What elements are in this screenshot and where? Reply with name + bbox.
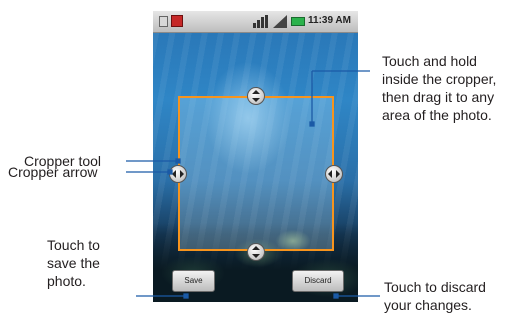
save-instructions: Touch to save the photo. (47, 237, 100, 289)
drag-instructions: Touch and hold inside the cropper, then … (382, 53, 497, 123)
discard-instructions: Touch to discard your changes. (384, 279, 486, 313)
cropper-arrow-label: Cropper arrow (8, 164, 98, 180)
